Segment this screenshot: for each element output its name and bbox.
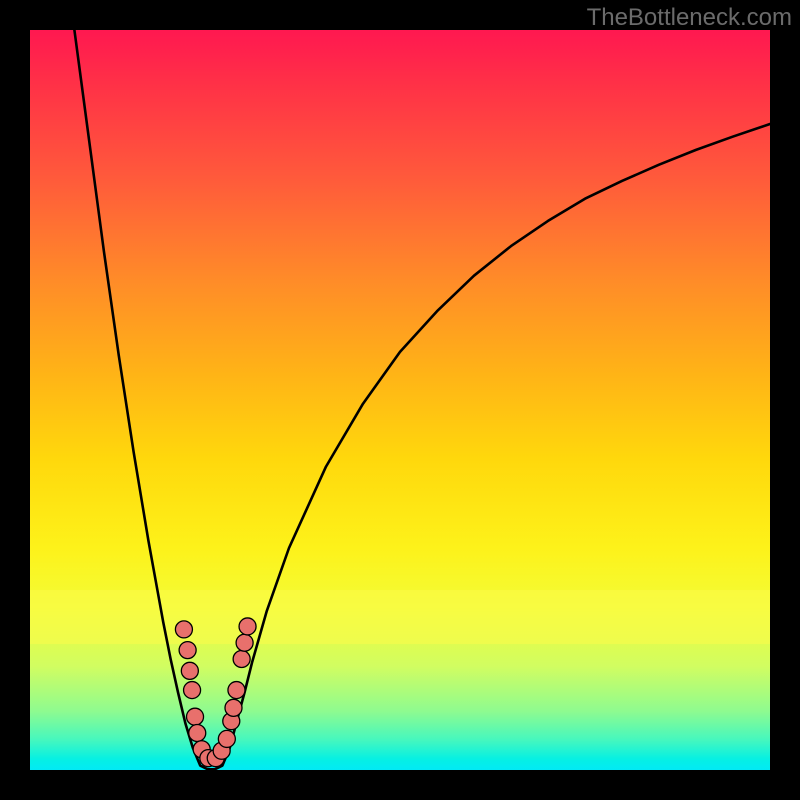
data-point [218,730,235,747]
data-point [187,708,204,725]
data-point [181,662,198,679]
chart-stage: TheBottleneck.com [0,0,800,800]
data-point [225,699,242,716]
data-point [184,682,201,699]
data-point [236,634,253,651]
chart-svg [30,30,770,770]
data-point [233,650,250,667]
data-point [239,618,256,635]
watermark-text: TheBottleneck.com [587,4,792,32]
data-point [228,682,245,699]
curve-group [74,30,770,769]
data-point [189,724,206,741]
bottleneck-curve [74,30,770,769]
data-point [179,642,196,659]
data-point [175,621,192,638]
marker-group [175,618,256,767]
